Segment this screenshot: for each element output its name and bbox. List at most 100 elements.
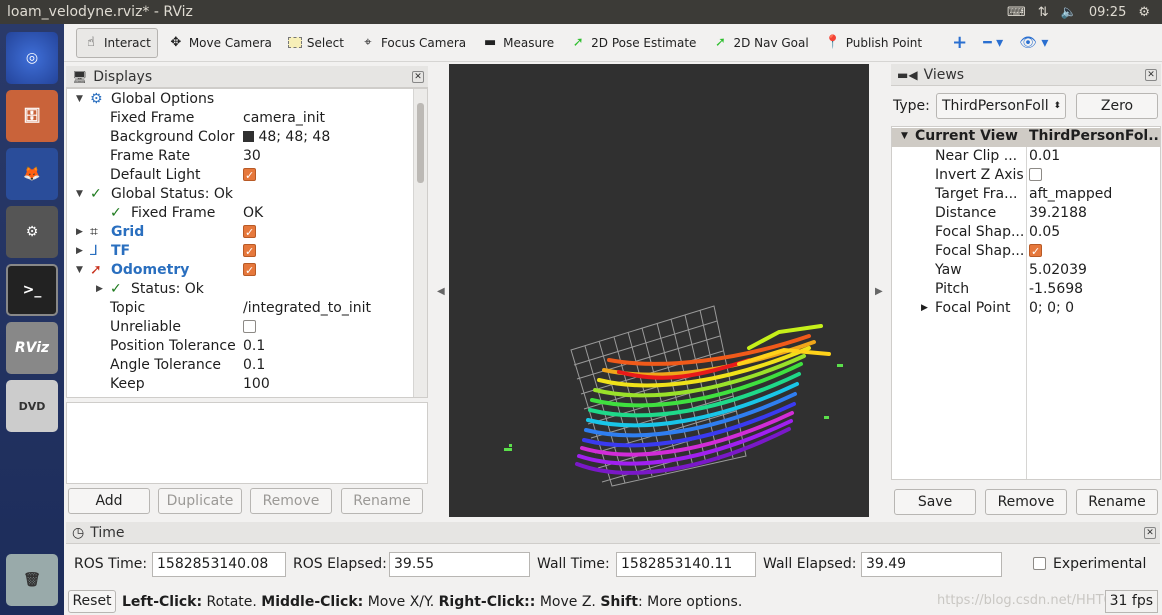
current-view-header[interactable]: ▼ Current View ThirdPersonFol...: [892, 128, 1160, 147]
tree-row[interactable]: Keep 100: [67, 375, 415, 394]
row-value[interactable]: 39.2188: [1029, 204, 1087, 223]
row-value[interactable]: 5.02039: [1029, 261, 1087, 280]
view-row[interactable]: Pitch -1.5698: [892, 280, 1160, 299]
experimental-checkbox[interactable]: [1033, 557, 1046, 570]
close-icon[interactable]: ✕: [1145, 68, 1157, 81]
tree-row[interactable]: ▼ ✓ Global Status: Ok: [67, 185, 415, 204]
row-value[interactable]: /integrated_to_init: [243, 299, 371, 318]
collapse-left-icon[interactable]: ◀: [437, 286, 445, 297]
tree-row[interactable]: ✓ Fixed Frame OK: [67, 204, 415, 223]
zero-button[interactable]: Zero: [1076, 93, 1158, 119]
trash-icon[interactable]: 🗑: [6, 554, 58, 606]
scrollbar-thumb[interactable]: [417, 103, 424, 183]
volume-icon[interactable]: 🔈: [1061, 5, 1077, 20]
network-icon[interactable]: ⇅: [1038, 5, 1049, 20]
files-icon[interactable]: 🗄: [6, 90, 58, 142]
tree-row[interactable]: Default Light: [67, 166, 415, 185]
collapse-right-icon[interactable]: ▶: [875, 286, 883, 297]
save-view-button[interactable]: Save: [894, 489, 976, 515]
view-row[interactable]: ▶ Focal Point 0; 0; 0: [892, 299, 1160, 318]
row-value[interactable]: 0.1: [243, 356, 265, 375]
checkbox-checked[interactable]: [243, 166, 256, 185]
view-row[interactable]: Target Fra... aft_mapped: [892, 185, 1160, 204]
system-tools-icon[interactable]: ⚙: [6, 206, 58, 258]
tree-row[interactable]: ▶ ⅃ TF: [67, 242, 415, 261]
close-icon[interactable]: ✕: [412, 70, 424, 83]
nav-goal-tool-button[interactable]: ➚ 2D Nav Goal: [706, 28, 814, 58]
row-value[interactable]: [243, 261, 256, 280]
measure-tool-button[interactable]: ▬ Measure: [476, 28, 560, 58]
checkbox-checked[interactable]: [243, 261, 256, 280]
ros-time-field[interactable]: 1582853140.08: [152, 552, 286, 577]
tree-row[interactable]: ▶ ✓ Status: Ok: [67, 280, 415, 299]
ros-elapsed-field[interactable]: 39.55: [389, 552, 530, 577]
view-row[interactable]: Near Clip ... 0.01: [892, 147, 1160, 166]
row-value[interactable]: 0.05: [1029, 223, 1060, 242]
pose-estimate-tool-button[interactable]: ➚ 2D Pose Estimate: [564, 28, 702, 58]
wall-elapsed-field[interactable]: 39.49: [861, 552, 1002, 577]
row-value[interactable]: [243, 318, 256, 337]
clock[interactable]: 09:25: [1089, 5, 1126, 20]
tree-row[interactable]: Position Tolerance 0.1: [67, 337, 415, 356]
expand-down-icon[interactable]: ▼: [76, 185, 83, 204]
dvd-icon[interactable]: DVD: [6, 380, 58, 432]
expand-right-icon[interactable]: ▶: [76, 223, 83, 242]
rename-display-button[interactable]: Rename: [341, 488, 423, 514]
add-button[interactable]: Add: [68, 488, 150, 514]
tree-row[interactable]: ▼ ⚙ Global Options: [67, 90, 415, 109]
expand-down-icon[interactable]: ▼: [76, 90, 83, 109]
remove-display-button[interactable]: Remove: [250, 488, 332, 514]
expand-down-icon[interactable]: ▼: [901, 131, 908, 141]
row-value[interactable]: -1.5698: [1029, 280, 1083, 299]
view-type-select[interactable]: ThirdPersonFoll ⬍: [936, 93, 1066, 119]
checkbox-checked[interactable]: [243, 242, 256, 261]
duplicate-button[interactable]: Duplicate: [158, 488, 242, 514]
checkbox-checked[interactable]: [243, 223, 256, 242]
tree-row[interactable]: Angle Tolerance 0.1: [67, 356, 415, 375]
view-row[interactable]: Focal Shap...: [892, 242, 1160, 261]
row-value[interactable]: 0.1: [243, 337, 265, 356]
checkbox-checked[interactable]: [1029, 242, 1042, 261]
view-row[interactable]: Yaw 5.02039: [892, 261, 1160, 280]
row-value[interactable]: [1029, 166, 1042, 185]
remove-view-button[interactable]: Remove: [985, 489, 1067, 515]
row-value[interactable]: [1029, 242, 1042, 261]
tree-row[interactable]: Topic/integrated_to_init: [67, 299, 415, 318]
tree-row[interactable]: Fixed Frame camera_init: [67, 109, 415, 128]
interact-tool-button[interactable]: ☝ Interact: [76, 27, 158, 58]
point-cloud-render[interactable]: [449, 64, 869, 517]
remove-tool-icon[interactable]: ━ ▾: [977, 28, 1009, 58]
row-value[interactable]: [243, 242, 256, 261]
row-value[interactable]: camera_init: [243, 109, 325, 128]
row-value[interactable]: [243, 223, 256, 242]
expand-right-icon[interactable]: ▶: [76, 242, 83, 261]
firefox-icon[interactable]: 🦊: [6, 148, 58, 200]
row-value[interactable]: 0; 0; 0: [1029, 299, 1074, 318]
eye-icon[interactable]: 👁 ▾: [1013, 28, 1054, 58]
view-row[interactable]: Focal Shap... 0.05: [892, 223, 1160, 242]
publish-point-tool-button[interactable]: 📍 Publish Point: [819, 28, 928, 58]
wall-time-field[interactable]: 1582853140.11: [616, 552, 756, 577]
settings-gear-icon[interactable]: ⚙: [1138, 5, 1150, 20]
view-properties-tree[interactable]: ▼ Current View ThirdPersonFol... Near Cl…: [891, 126, 1161, 480]
tree-row[interactable]: Unreliable: [67, 318, 415, 337]
row-value[interactable]: 100: [243, 375, 270, 394]
tree-row[interactable]: ▶ ⌗ Grid: [67, 223, 415, 242]
tree-row[interactable]: Frame Rate 30: [67, 147, 415, 166]
expand-right-icon[interactable]: ▶: [96, 280, 103, 299]
view-row[interactable]: Distance 39.2188: [892, 204, 1160, 223]
tree-row[interactable]: Background Color 48; 48; 48: [67, 128, 415, 147]
checkbox-unchecked[interactable]: [1029, 168, 1042, 181]
select-tool-button[interactable]: Select: [282, 28, 350, 58]
terminal-icon[interactable]: >_: [6, 264, 58, 316]
checkbox-unchecked[interactable]: [243, 320, 256, 333]
displays-tree[interactable]: ▼ ⚙ Global Options Fixed Frame camera_init …: [66, 88, 428, 398]
row-value[interactable]: 0.01: [1029, 147, 1060, 166]
expand-right-icon[interactable]: ▶: [921, 299, 928, 318]
keyboard-icon[interactable]: ⌨: [1007, 5, 1026, 20]
view-row[interactable]: Invert Z Axis: [892, 166, 1160, 185]
rviz-icon[interactable]: RViz: [6, 322, 58, 374]
row-value[interactable]: 48; 48; 48: [243, 128, 330, 147]
close-icon[interactable]: ✕: [1144, 526, 1156, 539]
row-value[interactable]: 30: [243, 147, 261, 166]
